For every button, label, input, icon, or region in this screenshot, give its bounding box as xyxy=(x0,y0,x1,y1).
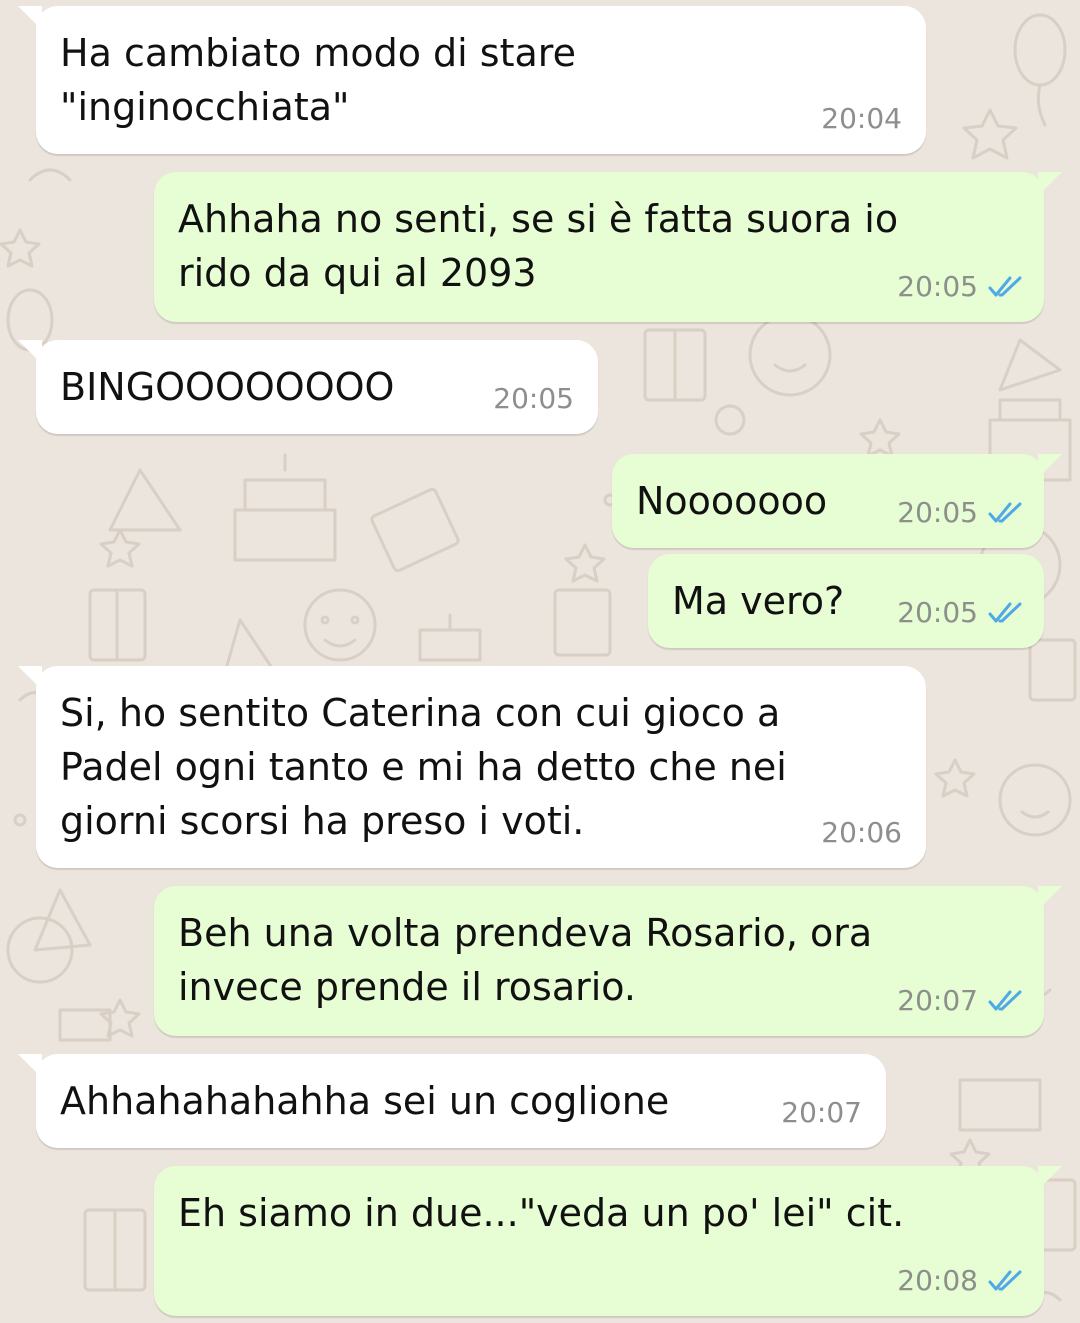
incoming-message[interactable]: Si, ho sentito Caterina con cui gioco a … xyxy=(18,666,926,868)
message-time: 20:07 xyxy=(897,984,978,1017)
message-time: 20:05 xyxy=(897,596,978,629)
message-time: 20:05 xyxy=(897,496,978,529)
message-meta: 20:06 xyxy=(821,816,902,850)
outgoing-message[interactable]: Ma vero? 20:05 xyxy=(648,554,1044,648)
outgoing-message[interactable]: Ahhaha no senti, se si è fatta suora io … xyxy=(154,172,1062,322)
message-list[interactable]: Ha cambiato modo di stare "inginocchiata… xyxy=(0,0,1080,1323)
message-text: Beh una volta prendeva Rosario, ora inve… xyxy=(178,911,873,1009)
outgoing-message[interactable]: Beh una volta prendeva Rosario, ora inve… xyxy=(154,886,1062,1036)
read-double-check-icon xyxy=(988,502,1022,523)
message-time: 20:04 xyxy=(821,102,902,135)
incoming-message[interactable]: Ha cambiato modo di stare "inginocchiata… xyxy=(18,6,926,154)
message-meta: 20:05 xyxy=(897,270,1024,304)
outgoing-message[interactable]: Eh siamo in due..."veda un po' lei" cit.… xyxy=(154,1166,1062,1316)
message-time: 20:06 xyxy=(821,816,902,849)
message-text: Si, ho sentito Caterina con cui gioco a … xyxy=(60,691,787,843)
read-double-check-icon xyxy=(988,276,1022,297)
incoming-message[interactable]: BINGOOOOOOOO 20:05 xyxy=(18,340,598,434)
message-time: 20:05 xyxy=(493,382,574,415)
message-meta: 20:05 xyxy=(493,382,574,416)
message-meta: 20:05 xyxy=(897,496,1024,530)
message-time: 20:07 xyxy=(781,1096,862,1129)
message-meta: 20:05 xyxy=(897,596,1024,630)
outgoing-message[interactable]: Nooooooo 20:05 xyxy=(612,454,1062,548)
incoming-message[interactable]: Ahhahahahahha sei un coglione 20:07 xyxy=(18,1054,886,1148)
message-meta: 20:07 xyxy=(781,1096,862,1130)
read-double-check-icon xyxy=(988,990,1022,1011)
message-time: 20:08 xyxy=(897,1264,978,1297)
message-text: Ha cambiato modo di stare "inginocchiata… xyxy=(60,31,576,129)
message-text: Ahhahahahahha sei un coglione xyxy=(60,1079,670,1123)
message-text: Eh siamo in due..."veda un po' lei" cit. xyxy=(178,1191,905,1235)
message-meta: 20:04 xyxy=(821,102,902,136)
message-text: Ahhaha no senti, se si è fatta suora io … xyxy=(178,197,899,295)
message-meta: 20:08 xyxy=(897,1264,1024,1298)
read-double-check-icon xyxy=(988,602,1022,623)
message-meta: 20:07 xyxy=(897,984,1024,1018)
message-time: 20:05 xyxy=(897,270,978,303)
read-double-check-icon xyxy=(988,1270,1022,1291)
